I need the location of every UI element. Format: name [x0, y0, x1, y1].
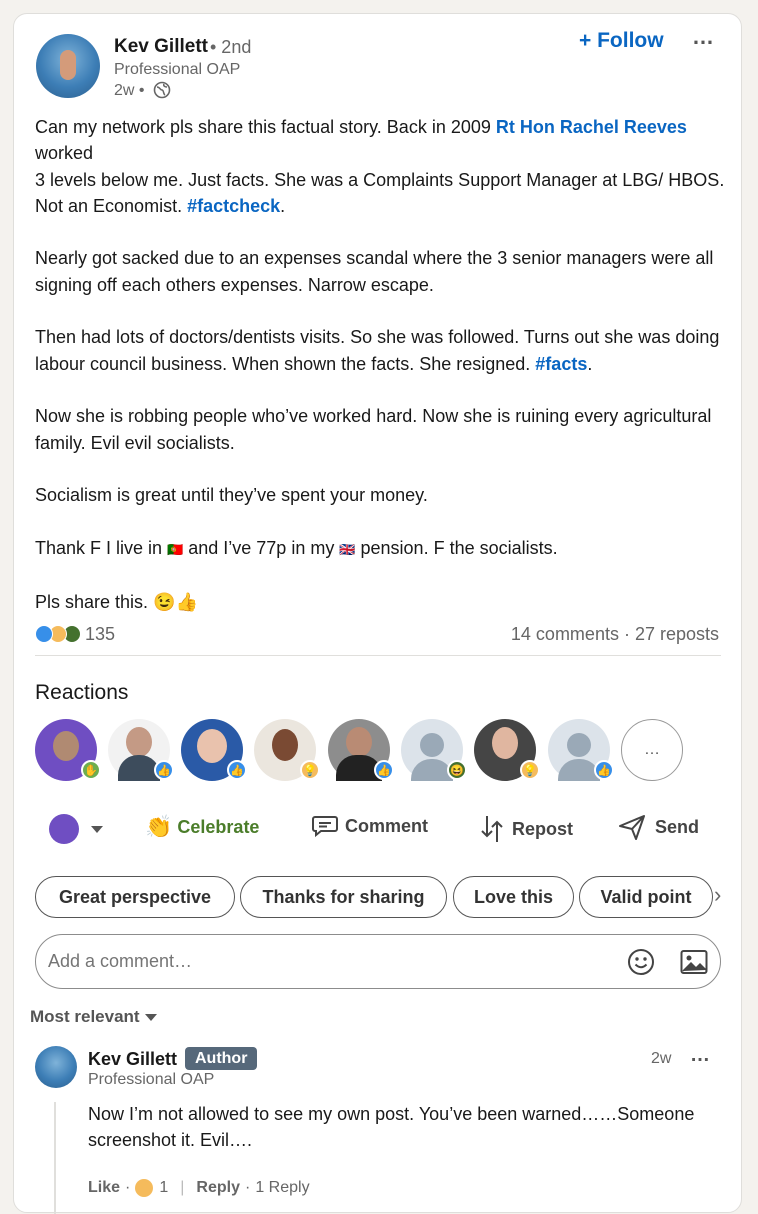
- send-button[interactable]: Send: [618, 814, 699, 840]
- like-badge-icon: 👍: [154, 760, 174, 780]
- replies-count[interactable]: 1 Reply: [255, 1179, 309, 1197]
- celebrate-badge-icon: ✋: [81, 760, 101, 780]
- author-headline: Professional OAP: [114, 61, 241, 78]
- commenter-name[interactable]: Kev Gillett: [88, 1049, 177, 1070]
- insight-reaction-icon: [135, 1179, 154, 1197]
- image-icon[interactable]: [680, 949, 708, 980]
- comment-actions: Like · 1 | Reply · 1 Reply: [88, 1179, 310, 1197]
- suggestion-thanks-for-sharing[interactable]: Thanks for sharing: [240, 876, 447, 918]
- repost-label: Repost: [512, 818, 574, 839]
- comment-icon: [311, 814, 339, 838]
- post-text: and I’ve 77p in my: [183, 537, 340, 558]
- reaction-count: 135: [85, 623, 116, 644]
- reaction-summary[interactable]: 135: [35, 623, 115, 645]
- mention-link[interactable]: Rt Hon Rachel Reeves: [496, 117, 687, 137]
- commenter-avatar[interactable]: [35, 1046, 77, 1088]
- suggestion-great-perspective[interactable]: Great perspective: [35, 876, 235, 918]
- globe-icon: [153, 81, 171, 99]
- reactions-title: Reactions: [35, 681, 129, 704]
- reaction-picker-button[interactable]: [49, 814, 103, 844]
- repost-button[interactable]: Repost: [479, 814, 573, 844]
- author-avatar[interactable]: [36, 34, 100, 98]
- sort-label: Most relevant: [30, 1007, 140, 1026]
- post-paragraph: Socialism is great until they’ve spent y…: [35, 485, 428, 506]
- more-options-icon[interactable]: …: [692, 24, 714, 50]
- separator: |: [180, 1179, 185, 1196]
- emoji-icon[interactable]: [627, 948, 655, 981]
- post-text: .: [587, 353, 593, 374]
- post-card: Kev Gillett • 2nd Professional OAP 2w • …: [13, 13, 742, 1214]
- comment-thread-line: [54, 1102, 56, 1214]
- divider: [35, 655, 721, 656]
- sort-dropdown[interactable]: Most relevant: [30, 1007, 157, 1027]
- comment-reaction-count: 1: [159, 1179, 169, 1196]
- comment-input[interactable]: [48, 947, 608, 975]
- comment-input-box[interactable]: [35, 934, 721, 989]
- post-text: Thank F I live in: [35, 537, 168, 558]
- suggestion-love-this[interactable]: Love this: [453, 876, 574, 918]
- connection-degree: • 2nd: [210, 37, 252, 57]
- caret-down-icon: [144, 1013, 157, 1021]
- like-badge-icon: 👍: [374, 760, 394, 780]
- comment-like-button[interactable]: Like: [88, 1179, 120, 1197]
- post-text: 3 levels below me. Just facts. She was a…: [35, 169, 725, 216]
- comment-label: Comment: [345, 815, 429, 836]
- comments-reposts-count[interactable]: 14 comments · 27 reposts: [511, 624, 719, 645]
- comment-button[interactable]: Comment: [311, 814, 428, 838]
- send-icon: [618, 814, 646, 840]
- uk-flag-icon: 🇬🇧: [339, 541, 356, 557]
- current-user-avatar: [49, 814, 79, 844]
- commenter-headline: Professional OAP: [88, 1071, 215, 1088]
- post-body: Can my network pls share this factual st…: [35, 114, 725, 642]
- post-text: Then had lots of doctors/dentists visits…: [35, 327, 720, 374]
- post-paragraph: Now she is robbing people who’ve worked …: [35, 406, 712, 453]
- author-name[interactable]: Kev Gillett: [114, 36, 208, 58]
- like-reaction-icon: [35, 625, 53, 643]
- post-time: 2w •: [114, 82, 145, 99]
- post-paragraph: Nearly got sacked due to an expenses sca…: [35, 248, 714, 295]
- hashtag-factcheck[interactable]: #factcheck: [187, 196, 280, 216]
- post-text: .: [280, 195, 286, 216]
- follow-button[interactable]: + Follow: [579, 29, 664, 53]
- funny-badge-icon: 😆: [447, 760, 467, 780]
- chevron-right-icon[interactable]: ›: [714, 882, 721, 908]
- more-reactions-button[interactable]: …: [621, 719, 683, 781]
- send-label: Send: [655, 816, 700, 837]
- post-paragraph: Pls share this. 😉👍: [35, 592, 198, 613]
- separator: ·: [244, 1179, 251, 1196]
- like-badge-icon: 👍: [227, 760, 247, 780]
- repost-icon: [479, 814, 505, 844]
- comment-time: 2w: [651, 1050, 672, 1067]
- clapping-hands-icon: 👏: [145, 814, 173, 839]
- celebrate-button[interactable]: 👏 Celebrate: [145, 814, 259, 840]
- comment-reply-button[interactable]: Reply: [196, 1179, 240, 1197]
- post-text: pension. F the socialists.: [355, 537, 558, 558]
- hashtag-facts[interactable]: #facts: [535, 354, 587, 374]
- post-text: worked: [35, 143, 94, 164]
- insight-badge-icon: 💡: [520, 760, 540, 780]
- comment-text: Now I’m not allowed to see my own post. …: [88, 1104, 695, 1150]
- insight-badge-icon: 💡: [300, 760, 320, 780]
- comment-item: Kev Gillett Author Professional OAP 2w ……: [14, 1042, 741, 1214]
- separator: ·: [125, 1179, 131, 1196]
- chevron-down-icon: [91, 825, 103, 833]
- portugal-flag-icon: 🇵🇹: [167, 541, 184, 557]
- post-text: Can my network pls share this factual st…: [35, 117, 496, 137]
- celebrate-label: Celebrate: [177, 816, 260, 837]
- like-badge-icon: 👍: [594, 760, 614, 780]
- author-badge: Author: [185, 1047, 258, 1070]
- post-header: Kev Gillett • 2nd Professional OAP 2w • …: [14, 14, 741, 124]
- suggestion-valid-point[interactable]: Valid point: [579, 876, 713, 918]
- comment-more-options-icon[interactable]: …: [690, 1044, 710, 1067]
